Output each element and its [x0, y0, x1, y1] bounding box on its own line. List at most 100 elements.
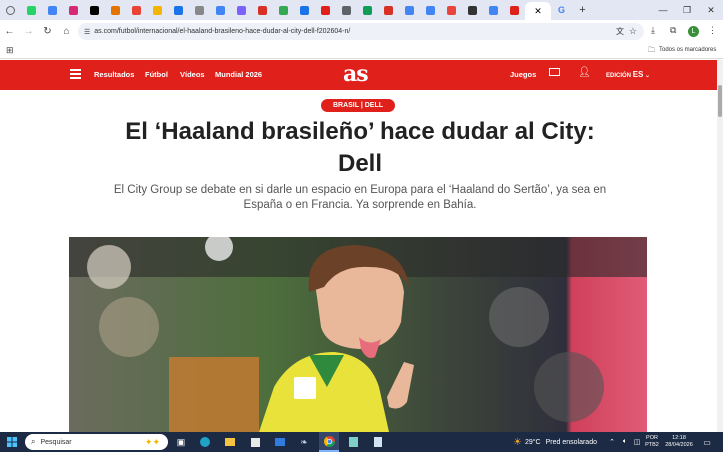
bookmark-star-icon[interactable]: ☆: [629, 26, 637, 37]
nav-resultados[interactable]: Resultados: [94, 70, 134, 79]
chrome-taskbar-icon[interactable]: [319, 432, 339, 452]
scrollbar-thumb[interactable]: [718, 85, 722, 117]
tab-search-button[interactable]: [0, 0, 21, 20]
folder-icon: 🗀: [648, 47, 655, 54]
edition-selector[interactable]: EDICIÓN ES ⌄: [606, 70, 650, 79]
address-bar[interactable]: ☰ as.com/futbol/internacional/el-haaland…: [78, 23, 644, 40]
weather-temp: 29°C: [524, 438, 541, 446]
search-highlight-icon: ✦✦: [144, 436, 160, 447]
browser-tab[interactable]: [273, 0, 294, 20]
browser-tab[interactable]: [126, 0, 147, 20]
reload-button[interactable]: ↻: [38, 20, 57, 42]
close-window-button[interactable]: ✕: [699, 0, 723, 20]
language-indicator[interactable]: POR PTB2: [645, 432, 659, 452]
site-logo[interactable]: as: [343, 61, 369, 87]
nav-futbol[interactable]: Fútbol: [145, 70, 168, 79]
tab-icon-8: [174, 5, 183, 15]
profile-avatar[interactable]: L: [688, 26, 699, 37]
site-header: Resultados Fútbol Vídeos Mundial 2026 as…: [0, 60, 717, 90]
taskbar-search[interactable]: ⌕ Pesquisar ✦✦: [25, 434, 168, 450]
browser-tab[interactable]: [252, 0, 273, 20]
tab-icon-15: [321, 5, 330, 15]
task-view-icon[interactable]: ▣: [174, 432, 188, 452]
browser-tab[interactable]: [42, 0, 63, 20]
notifications-icon[interactable]: ▭: [700, 432, 714, 452]
new-tab-button[interactable]: +: [572, 0, 593, 20]
edge-icon[interactable]: [198, 432, 212, 452]
browser-tab[interactable]: [168, 0, 189, 20]
browser-tab[interactable]: [483, 0, 504, 20]
chrome-menu-icon[interactable]: ⋮: [708, 25, 717, 36]
translate-icon[interactable]: 文: [616, 26, 624, 37]
tab-icon-22: [468, 5, 477, 15]
search-placeholder: Pesquisar: [40, 438, 72, 446]
article-subheadline: El City Group se debate en si darle un e…: [110, 183, 610, 213]
article-photo: [69, 237, 647, 432]
browser-tab[interactable]: [399, 0, 420, 20]
weather-widget[interactable]: ☀ 29°C Pred ensolarado: [513, 432, 603, 452]
hamburger-menu-icon[interactable]: [70, 69, 81, 79]
notes-app-icon[interactable]: [346, 432, 360, 452]
tab-icon-19: [405, 5, 414, 15]
apps-grid-icon[interactable]: ⊞: [6, 45, 14, 56]
user-icon[interactable]: 👤︎: [578, 67, 591, 78]
browser-tab[interactable]: [504, 0, 525, 20]
browser-tab[interactable]: [147, 0, 168, 20]
windows-start-icon[interactable]: [4, 432, 20, 452]
network-icon[interactable]: ◫: [632, 432, 642, 452]
browser-tab[interactable]: [294, 0, 315, 20]
subheadline-line-2: España o en Francia. Ya sorprende en Bah…: [243, 199, 477, 211]
minimize-button[interactable]: —: [651, 0, 675, 20]
calendar-app-icon[interactable]: [248, 432, 262, 452]
site-info-icon[interactable]: ☰: [84, 28, 90, 36]
file-explorer-icon[interactable]: [223, 432, 237, 452]
page-scrollbar[interactable]: [717, 60, 723, 432]
clock[interactable]: 12:18 28/04/2026: [664, 432, 694, 452]
bookmarks-bar: ⊞ 🗀 Todos os marcadores: [0, 42, 723, 59]
browser-tab[interactable]: [336, 0, 357, 20]
browser-tab[interactable]: [105, 0, 126, 20]
download-icon[interactable]: ⤓: [651, 25, 655, 36]
browser-tab[interactable]: [84, 0, 105, 20]
calculator-app-icon[interactable]: [371, 432, 385, 452]
mail-app-icon[interactable]: [273, 432, 287, 452]
tab-icon-11: [237, 5, 246, 15]
forward-button[interactable]: →: [19, 20, 38, 42]
extensions-icon[interactable]: ⧉: [670, 25, 676, 36]
chrome-dropdown-icon: [6, 5, 15, 15]
nav-videos[interactable]: Vídeos: [180, 70, 205, 79]
browser-tab[interactable]: [231, 0, 252, 20]
restore-button[interactable]: ❐: [675, 0, 699, 20]
window-controls: — ❐ ✕: [651, 0, 723, 20]
bird-app-icon[interactable]: ❧: [297, 432, 311, 452]
browser-tab[interactable]: [315, 0, 336, 20]
browser-tab[interactable]: [189, 0, 210, 20]
tab-icon-5: [111, 5, 120, 15]
all-bookmarks-link[interactable]: Todos os marcadores: [659, 47, 716, 53]
home-button[interactable]: ⌂: [57, 20, 76, 42]
search-icon: ⌕: [31, 437, 36, 446]
section-badge[interactable]: BRASIL | DELL: [321, 99, 395, 112]
browser-tab[interactable]: [63, 0, 84, 20]
close-tab-icon[interactable]: ✕: [534, 6, 542, 17]
browser-tab[interactable]: [21, 0, 42, 20]
browser-tab[interactable]: [441, 0, 462, 20]
clock-date: 28/04/2026: [665, 442, 693, 448]
tab-icon-24: [510, 5, 519, 15]
lang-line-1: POR: [646, 435, 658, 441]
tab-icon-10: [216, 5, 225, 15]
mail-icon[interactable]: [549, 68, 560, 76]
browser-tab[interactable]: [462, 0, 483, 20]
nav-juegos[interactable]: Juegos: [510, 70, 536, 79]
browser-tab[interactable]: [210, 0, 231, 20]
google-tab[interactable]: G: [551, 0, 572, 20]
active-tab[interactable]: ✕: [525, 2, 551, 20]
browser-tab[interactable]: [357, 0, 378, 20]
browser-tab[interactable]: [378, 0, 399, 20]
url-text: as.com/futbol/internacional/el-haaland-b…: [94, 28, 351, 35]
browser-tab[interactable]: [420, 0, 441, 20]
tray-chevron-icon[interactable]: ⌃: [608, 432, 616, 452]
back-button[interactable]: ←: [0, 20, 19, 42]
nav-mundial-2026[interactable]: Mundial 2026: [215, 70, 262, 79]
volume-icon[interactable]: 🔈︎: [620, 432, 630, 452]
